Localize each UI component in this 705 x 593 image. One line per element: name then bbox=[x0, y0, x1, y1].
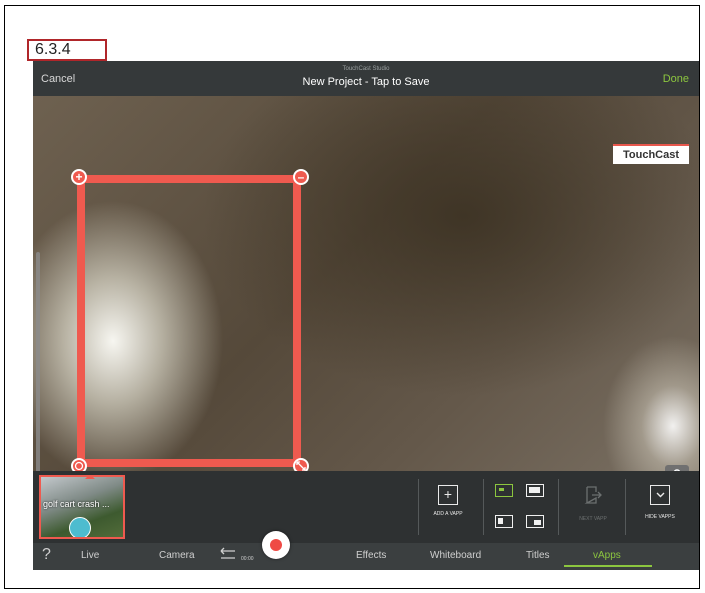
record-icon bbox=[270, 539, 282, 551]
vapp-thumbnail[interactable]: golf cart crash ... bbox=[39, 475, 125, 539]
bottom-tab-bar: ? Live Camera 00:00 Effects Whiteboard T… bbox=[33, 531, 699, 570]
tab-titles[interactable]: Titles bbox=[526, 550, 550, 561]
project-title[interactable]: New Project - Tap to Save bbox=[33, 76, 699, 88]
top-bar: Cancel TouchCast Studio New Project - Ta… bbox=[33, 61, 699, 96]
layout-corner-icon[interactable] bbox=[526, 515, 544, 528]
add-vapp-button[interactable]: + ADD A VAPP bbox=[431, 485, 465, 517]
next-vapp-label: NEXT VAPP bbox=[579, 516, 607, 522]
tab-whiteboard[interactable]: Whiteboard bbox=[430, 550, 481, 561]
section-label: 6.3.4 bbox=[27, 39, 107, 61]
undo-glyph bbox=[220, 547, 235, 559]
tray-divider bbox=[483, 479, 484, 535]
add-vapp-label: ADD A VAPP bbox=[433, 511, 463, 517]
active-tab-indicator bbox=[564, 565, 652, 567]
layout-full-icon[interactable] bbox=[526, 484, 544, 497]
next-vapp-glyph bbox=[584, 486, 602, 504]
camera-preview[interactable]: TouchCast + – bbox=[33, 96, 699, 502]
chevron-down-icon bbox=[650, 485, 670, 505]
tab-live[interactable]: Live bbox=[81, 550, 99, 561]
scroll-indicator[interactable] bbox=[36, 252, 40, 502]
vapp-tray: golf cart crash ... + ADD A VAPP NEXT VA… bbox=[33, 471, 699, 543]
thumbnail-caret-icon bbox=[85, 477, 95, 479]
studio-label: TouchCast Studio bbox=[342, 66, 390, 72]
undo-icon[interactable] bbox=[217, 547, 237, 566]
touchcast-app: Cancel TouchCast Studio New Project - Ta… bbox=[33, 61, 699, 570]
done-button[interactable]: Done bbox=[663, 73, 689, 85]
tab-vapps[interactable]: vApps bbox=[593, 550, 621, 561]
watermark-text: TouchCast bbox=[622, 149, 680, 161]
tray-divider bbox=[418, 479, 419, 535]
next-vapp-icon bbox=[583, 485, 603, 505]
recording-timer: 00:00 bbox=[241, 556, 254, 562]
hide-vapps-button[interactable]: HIDE VAPPS bbox=[637, 485, 683, 520]
hide-vapps-label: HIDE VAPPS bbox=[645, 514, 675, 520]
vapp-thumbnail-label: golf cart crash ... bbox=[43, 499, 110, 509]
add-icon: + bbox=[438, 485, 458, 505]
layout-half-icon[interactable] bbox=[495, 515, 513, 528]
plus-icon[interactable]: + bbox=[71, 169, 87, 185]
tab-camera[interactable]: Camera bbox=[159, 550, 195, 561]
tab-effects[interactable]: Effects bbox=[356, 550, 386, 561]
chevron-down-glyph bbox=[656, 492, 664, 498]
next-vapp-button[interactable]: NEXT VAPP bbox=[573, 485, 613, 522]
help-button[interactable]: ? bbox=[42, 546, 51, 564]
tray-divider bbox=[625, 479, 626, 535]
minus-icon[interactable]: – bbox=[293, 169, 309, 185]
tray-divider bbox=[558, 479, 559, 535]
touchcast-watermark: TouchCast bbox=[613, 144, 689, 164]
vapp-selection-rectangle[interactable] bbox=[77, 175, 301, 467]
layout-small-topleft-icon[interactable] bbox=[495, 484, 513, 497]
touch-icon bbox=[69, 517, 91, 537]
record-button[interactable] bbox=[262, 531, 290, 559]
